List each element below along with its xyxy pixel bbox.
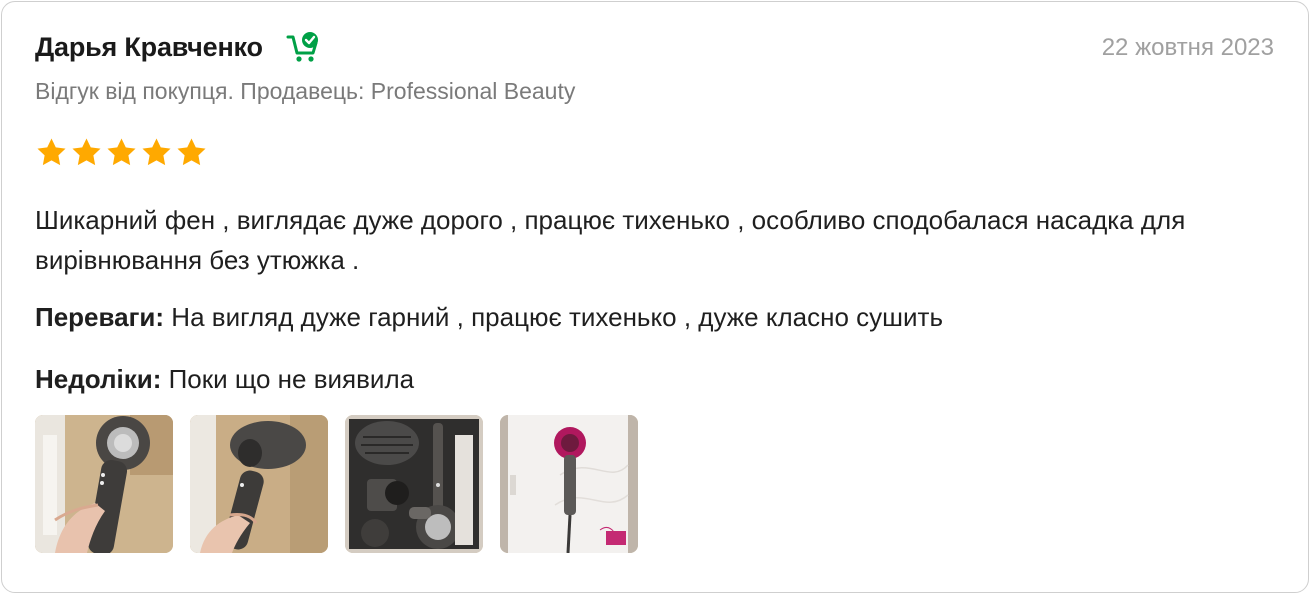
cons-label: Недоліки: xyxy=(35,364,162,394)
star-icon xyxy=(37,138,66,166)
star-icon xyxy=(72,138,101,166)
star-icon xyxy=(177,138,206,166)
review-date: 22 жовтня 2023 xyxy=(1101,34,1274,61)
review-author: Дарья Кравченко xyxy=(35,32,263,62)
pros-label: Переваги: xyxy=(35,302,165,332)
review-photo-3[interactable] xyxy=(345,415,483,553)
rating-stars xyxy=(35,136,208,169)
cons-text: Поки що не виявила xyxy=(168,364,415,394)
review-cons: Недоліки: Поки що не виявила xyxy=(35,364,414,395)
review-card: Дарья Кравченко 22 жовтня 2023 Відгук ві… xyxy=(1,1,1309,593)
verified-buyer-cart-icon xyxy=(285,30,321,66)
star-icon xyxy=(107,138,136,166)
review-text: Шикарний фен , виглядає дуже дорого , пр… xyxy=(35,205,1186,275)
star-icon xyxy=(142,138,171,166)
review-photo-2[interactable] xyxy=(190,415,328,553)
review-pros: Переваги: На вигляд дуже гарний , працює… xyxy=(35,302,943,333)
review-photos xyxy=(35,415,638,553)
review-seller-info: Відгук від покупця. Продавець: Professio… xyxy=(35,78,576,104)
review-photo-1[interactable] xyxy=(35,415,173,553)
review-photo-4[interactable] xyxy=(500,415,638,553)
pros-text: На вигляд дуже гарний , працює тихенько … xyxy=(171,302,943,332)
